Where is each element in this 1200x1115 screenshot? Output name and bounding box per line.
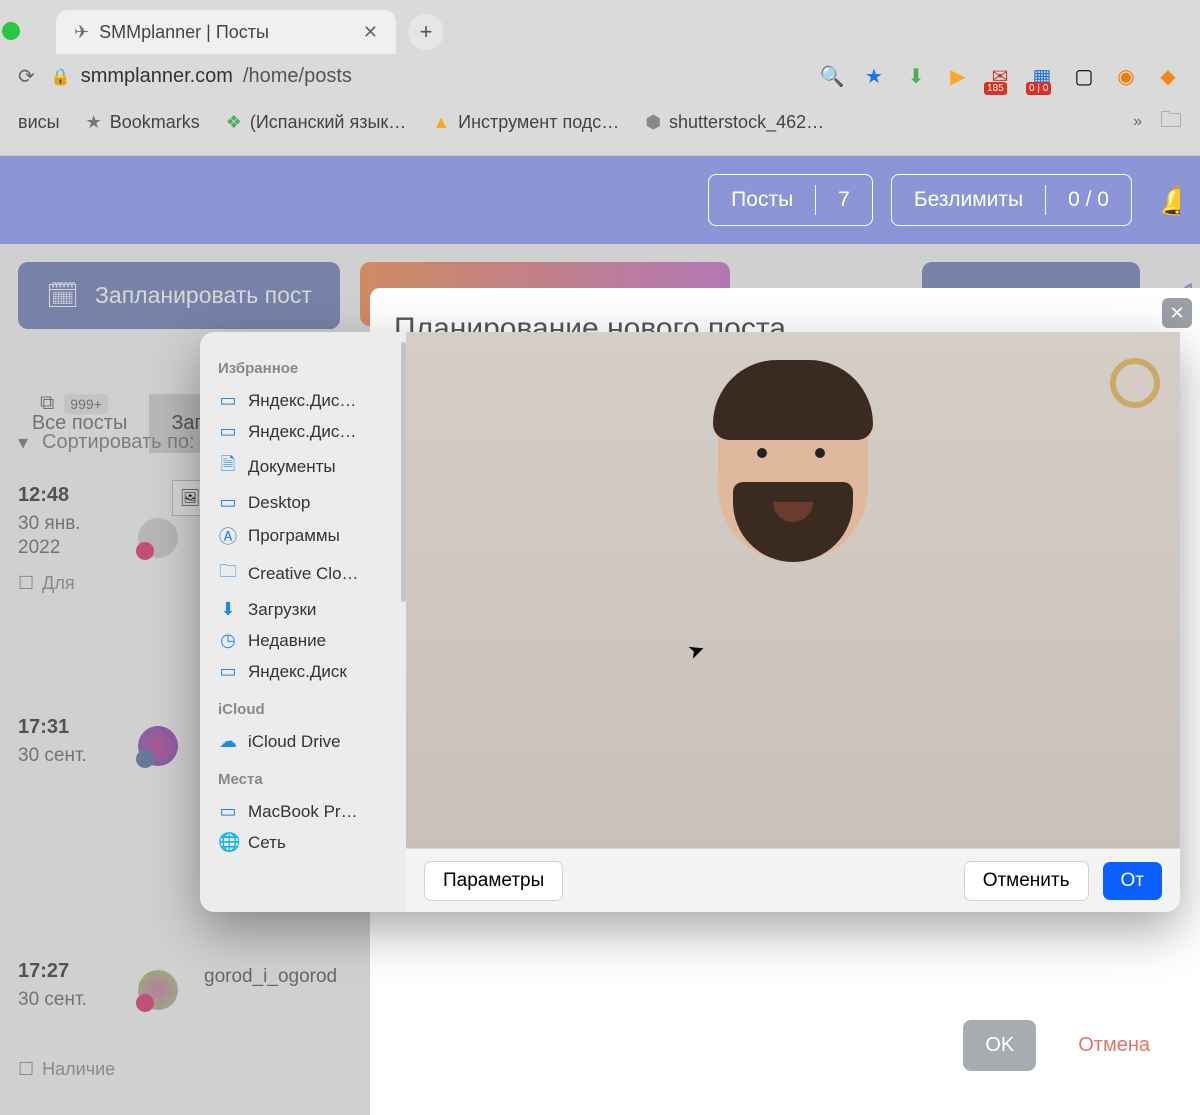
- tab-title: SMMplanner | Посты: [99, 22, 269, 43]
- sidebar-item[interactable]: ▭ MacBook Pr…: [210, 796, 396, 827]
- close-modal-button[interactable]: ✕: [1162, 298, 1192, 328]
- sidebar-item[interactable]: 🗎 Документы: [210, 447, 396, 487]
- bookmark-item[interactable]: висы: [18, 112, 60, 133]
- browser-chrome: ✈ SMMplanner | Посты ✕ + ⟳ 🔒 smmplanner.…: [0, 0, 1200, 156]
- download-icon[interactable]: ⬇: [904, 65, 928, 89]
- star-icon[interactable]: ★: [862, 65, 886, 89]
- tab-bar: ✈ SMMplanner | Посты ✕ +: [0, 0, 1200, 54]
- address-bar[interactable]: 🔒 smmplanner.com/home/posts: [51, 65, 804, 88]
- bookmark-item[interactable]: ⬢shutterstock_462…: [645, 112, 824, 133]
- cloud-icon: ☁: [218, 731, 238, 752]
- posts-counter-pill[interactable]: Посты 7: [708, 174, 873, 226]
- bookmark-item[interactable]: ★Bookmarks: [86, 112, 200, 133]
- sidebar-item-label: MacBook Pr…: [248, 802, 358, 822]
- file-dialog-main: 〈 〉 ▥⌄ ⠿⌄ 🗀 дина ⇅ 🔍 Поиск Автобонус.mp4…: [406, 332, 1180, 848]
- slots-badge: 0 | 0: [1026, 82, 1051, 95]
- lock-icon: 🔒: [51, 67, 71, 87]
- sidebar-item[interactable]: ▭ Яндекс.Дис…: [210, 416, 396, 447]
- sidebar-item-label: Недавние: [248, 631, 326, 651]
- sidebar-item[interactable]: ☁ iCloud Drive: [210, 726, 396, 757]
- sidebar-item-label: Creative Clo…: [248, 564, 359, 584]
- bookmark-item[interactable]: ❖(Испанский язык…: [226, 112, 407, 133]
- url-path: /home/posts: [243, 65, 352, 88]
- sidebar-item[interactable]: ◷ Недавние: [210, 625, 396, 656]
- sidebar-item-label: Программы: [248, 526, 340, 546]
- bag-icon[interactable]: ▢: [1072, 65, 1096, 89]
- file-open-dialog: Избранное ▭ Яндекс.Дис… ▭ Яндекс.Дис… 🗎 Докум…: [200, 332, 1180, 912]
- extension-icons: 🔍 ★ ⬇ ▶ ✉185 ▦0 | 0 ▢ ◉ ◆: [820, 65, 1180, 89]
- down-icon: ⬇: [218, 599, 238, 620]
- sidebar-header-favorites: Избранное: [218, 360, 396, 377]
- close-tab-icon[interactable]: ✕: [363, 22, 378, 43]
- posts-count: 7: [816, 175, 872, 225]
- preview-thumbnail: [798, 409, 1070, 681]
- hdd-icon: ▭: [218, 661, 238, 682]
- file-columns: Автобонус.mp4Автобонус1.mp4Безопасн…-сет…: [406, 390, 1180, 848]
- file-dialog-footer: Параметры Отменить От: [406, 848, 1180, 912]
- sidebar-item[interactable]: ⬇ Загрузки: [210, 594, 396, 625]
- ok-button[interactable]: OK: [963, 1020, 1036, 1071]
- paper-plane-icon: ✈: [74, 22, 89, 43]
- apps-icon: Ⓐ: [218, 523, 238, 549]
- window-maximize-dot[interactable]: [2, 22, 20, 40]
- folder-icon: 🗀: [218, 559, 238, 589]
- sidebar-item-label: Загрузки: [248, 600, 316, 620]
- calendar-icon[interactable]: ▦0 | 0: [1030, 65, 1054, 89]
- sidebar-item-label: Яндекс.Дис…: [248, 391, 356, 411]
- sidebar-item[interactable]: 🗀 Creative Clo…: [210, 554, 396, 594]
- sidebar-item-label: Яндекс.Дис…: [248, 422, 356, 442]
- open-button[interactable]: От: [1103, 862, 1162, 900]
- sidebar-item-label: iCloud Drive: [248, 732, 341, 752]
- sidebar-item[interactable]: Ⓐ Программы: [210, 518, 396, 554]
- sidebar-item[interactable]: ▭ Desktop: [210, 487, 396, 518]
- browser-tab[interactable]: ✈ SMMplanner | Посты ✕: [56, 10, 396, 54]
- metamask-icon[interactable]: ◆: [1156, 65, 1180, 89]
- modal-footer: OK Отмена: [963, 1020, 1172, 1071]
- bookmarks-more[interactable]: » 🗀: [1133, 103, 1182, 141]
- mail-badge: 185: [984, 82, 1007, 95]
- sidebar-item[interactable]: 🌐 Сеть: [210, 827, 396, 858]
- unlimited-label: Безлимиты: [892, 175, 1045, 225]
- new-tab-button[interactable]: +: [408, 14, 444, 50]
- sidebar-header-icloud: iCloud: [218, 701, 396, 718]
- parameters-button[interactable]: Параметры: [424, 861, 563, 901]
- sidebar-item[interactable]: ▭ Яндекс.Дис…: [210, 385, 396, 416]
- sidebar-item[interactable]: ▭ Яндекс.Диск: [210, 656, 396, 687]
- clock-icon: ◷: [218, 630, 238, 651]
- mail-icon[interactable]: ✉185: [988, 65, 1012, 89]
- play-icon[interactable]: ▶: [946, 65, 970, 89]
- app-body: 🗓 Запланировать пост ⚗ ⧉ 999+ Все посты …: [0, 244, 1200, 1115]
- folder-icon[interactable]: 🗀: [1160, 103, 1182, 141]
- preview-column: Когда-закончится-эмиссия1.mp4 MP4 file —…: [687, 391, 1180, 848]
- app-banner: Посты 7 Безлимиты 0 / 0 🔔: [0, 156, 1200, 244]
- sidebar-item-label: Desktop: [248, 493, 310, 513]
- cancel-button[interactable]: Отмена: [1056, 1020, 1172, 1071]
- reload-icon[interactable]: ⟳: [18, 64, 35, 89]
- zoom-out-icon[interactable]: 🔍: [820, 65, 844, 89]
- hdd-icon: ▭: [218, 421, 238, 442]
- url-host: smmplanner.com: [81, 65, 233, 88]
- address-row: ⟳ 🔒 smmplanner.com/home/posts 🔍 ★ ⬇ ▶ ✉1…: [0, 54, 1200, 97]
- posts-label: Посты: [709, 175, 815, 225]
- analytics-icon[interactable]: ◉: [1114, 65, 1138, 89]
- globe-icon: 🌐: [218, 832, 238, 853]
- sidebar-header-places: Места: [218, 771, 396, 788]
- unlimited-counter-pill[interactable]: Безлимиты 0 / 0: [891, 174, 1132, 226]
- file-dialog-sidebar: Избранное ▭ Яндекс.Дис… ▭ Яндекс.Дис… 🗎 Докум…: [200, 332, 406, 912]
- sidebar-item-label: Сеть: [248, 833, 286, 853]
- doc-icon: 🗎: [218, 452, 238, 482]
- hdd-icon: ▭: [218, 390, 238, 411]
- bell-icon[interactable]: 🔔: [1160, 184, 1180, 217]
- bookmarks-row: висы ★Bookmarks ❖(Испанский язык… ▲Инстр…: [0, 97, 1200, 147]
- home-icon: ▭: [218, 492, 238, 513]
- sidebar-item-label: Документы: [248, 457, 336, 477]
- sidebar-item-label: Яндекс.Диск: [248, 662, 347, 682]
- bookmark-item[interactable]: ▲Инструмент подс…: [432, 112, 619, 133]
- laptop-icon: ▭: [218, 801, 238, 822]
- cancel-open-button[interactable]: Отменить: [964, 861, 1089, 901]
- unlimited-count: 0 / 0: [1046, 175, 1131, 225]
